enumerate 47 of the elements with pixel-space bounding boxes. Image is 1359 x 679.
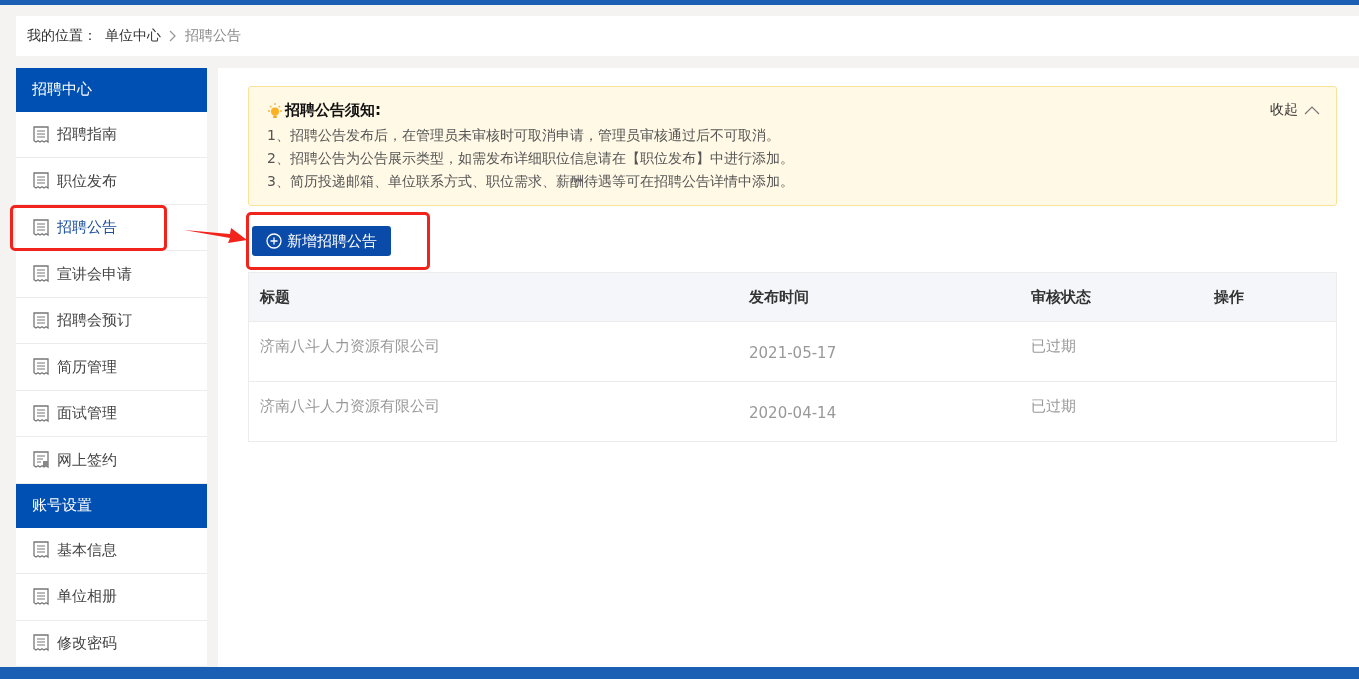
document-icon xyxy=(33,358,49,376)
sidebar-item[interactable]: 宣讲会申请 xyxy=(16,251,207,298)
sidebar-item[interactable]: 修改密码 xyxy=(16,620,207,667)
add-announcement-button[interactable]: 新增招聘公告 xyxy=(252,226,391,256)
sidebar-item[interactable]: 单位相册 xyxy=(16,574,207,621)
sidebar-item[interactable]: 基本信息 xyxy=(16,527,207,574)
sidebar-group-header: 账号设置 xyxy=(16,483,207,528)
contract-icon xyxy=(33,451,49,469)
sidebar-group-header: 招聘中心 xyxy=(16,68,207,112)
chevron-right-icon xyxy=(169,30,177,42)
plus-circle-icon xyxy=(266,233,282,249)
notice-text: 2、招聘公告为公告展示类型，如需发布详细职位信息请在【职位发布】中进行添加。 xyxy=(267,149,795,168)
notice-text: 1、招聘公告发布后，在管理员未审核时可取消申请，管理员审核通过后不可取消。 xyxy=(267,126,781,145)
document-icon xyxy=(33,172,49,190)
column-header: 审核状态 xyxy=(1031,287,1092,307)
sidebar-item[interactable]: 招聘会预订 xyxy=(16,297,207,345)
document-icon xyxy=(33,541,49,560)
table-cell-text: 济南八斗人力资源有限公司 xyxy=(260,336,441,357)
breadcrumb-label: 我的位置： xyxy=(27,27,97,45)
document-icon xyxy=(33,265,49,283)
document-icon xyxy=(33,404,49,423)
table-cell-text: 2020-04-14 xyxy=(749,403,838,424)
sidebar-item[interactable]: 面试管理 xyxy=(16,390,207,438)
breadcrumb-link[interactable]: 单位中心 xyxy=(105,27,161,45)
document-icon xyxy=(33,634,49,653)
document-icon xyxy=(33,218,49,237)
column-header: 标题 xyxy=(260,287,291,307)
table-cell-text: 济南八斗人力资源有限公司 xyxy=(260,396,441,417)
document-icon xyxy=(33,125,49,144)
table-cell-text: 2021-05-17 xyxy=(749,343,838,364)
notice-title: 招聘公告须知: xyxy=(285,101,381,120)
column-header: 发布时间 xyxy=(749,287,810,307)
collapse-button[interactable]: 收起 xyxy=(1270,101,1320,119)
column-header: 操作 xyxy=(1214,287,1245,307)
sidebar-item[interactable]: 职位发布 xyxy=(16,158,207,205)
sidebar-item[interactable]: 网上签约 xyxy=(16,437,207,484)
notice-text: 3、简历投递邮箱、单位联系方式、职位需求、薪酬待遇等可在招聘公告详情中添加。 xyxy=(267,172,795,191)
breadcrumb-link[interactable]: 招聘公告 xyxy=(185,27,241,45)
document-icon xyxy=(33,587,49,606)
lightbulb-icon xyxy=(267,102,283,119)
table-cell-text: 已过期 xyxy=(1031,336,1077,357)
annotation-arrow xyxy=(184,226,248,246)
table-cell-text: 已过期 xyxy=(1031,396,1077,417)
document-icon xyxy=(33,311,49,330)
sidebar-item[interactable]: 简历管理 xyxy=(16,344,207,391)
sidebar-item[interactable]: 招聘指南 xyxy=(16,111,207,159)
chevron-up-icon xyxy=(1304,105,1320,115)
